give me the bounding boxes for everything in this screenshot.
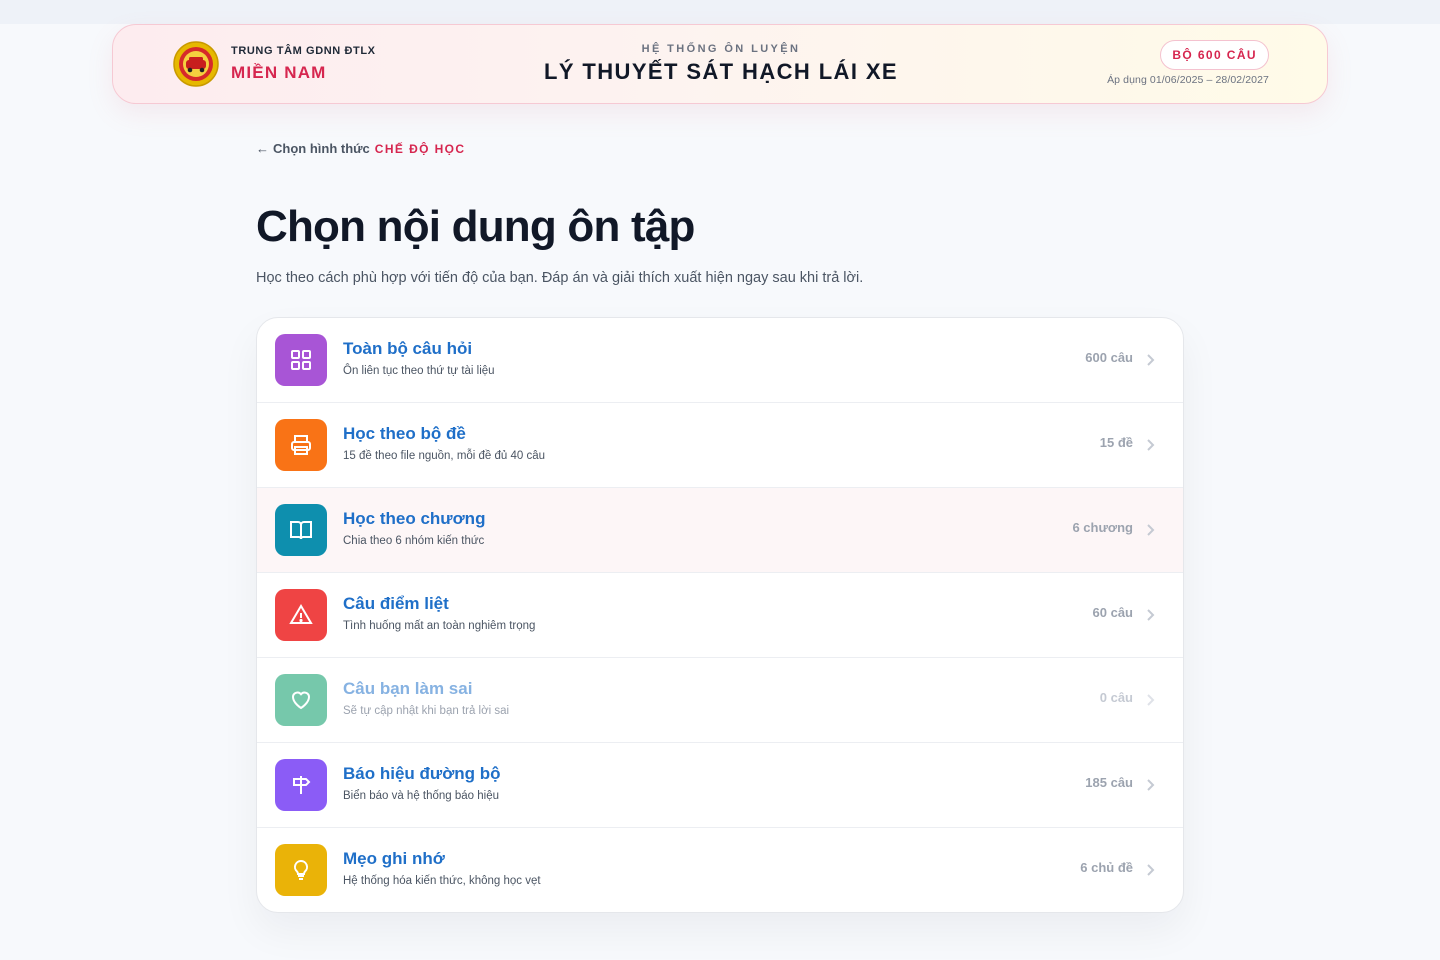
system-label: HỆ THỐNG ÔN LUYỆN [641, 43, 801, 55]
item-description: Ôn liên tục theo thứ tự tài liệu [343, 365, 495, 377]
item-description: Sẽ tự cập nhật khi bạn trả lời sai [343, 705, 510, 717]
chevron-right-icon [1147, 864, 1155, 876]
chevron-right-icon [1147, 779, 1155, 791]
item-description: Tình huống mất an toàn nghiêm trọng [343, 620, 536, 632]
item-title: Câu bạn làm sai [343, 679, 473, 698]
chevron-right-icon [1147, 439, 1155, 451]
back-link[interactable]: ← Chọn hình thức CHẾ ĐỘ HỌC [256, 141, 465, 156]
page-title: Chọn nội dung ôn tập [256, 202, 695, 251]
list-item-chapters[interactable]: Học theo chương Chia theo 6 nhóm kiến th… [257, 488, 1183, 573]
printer-icon [275, 419, 327, 471]
list-item-wrong-answers[interactable]: Câu bạn làm sai Sẽ tự cập nhật khi bạn t… [257, 658, 1183, 743]
back-mode: CHẾ ĐỘ HỌC [374, 141, 466, 156]
chevron-right-icon [1147, 609, 1155, 621]
list-item-all-questions[interactable]: Toàn bộ câu hỏi Ôn liên tục theo thứ tự … [257, 318, 1183, 403]
back-label: Chọn hình thức [273, 141, 370, 156]
list-item-critical-questions[interactable]: Câu điểm liệt Tình huống mất an toàn ngh… [257, 573, 1183, 658]
item-title: Câu điểm liệt [343, 594, 449, 613]
item-count: 0 câu [1099, 690, 1133, 705]
header-banner: TRUNG TÂM GDNN ĐTLX MIỀN NAM HỆ THỐNG ÔN… [112, 24, 1328, 104]
item-count: 6 chương [1072, 520, 1133, 535]
item-description: Hệ thống hóa kiến thức, không học vẹt [343, 875, 541, 887]
warning-icon [275, 589, 327, 641]
list-item-question-sets[interactable]: Học theo bộ đề 15 đề theo file nguồn, mỗ… [257, 403, 1183, 488]
item-count: 600 câu [1085, 350, 1133, 365]
grid-icon [275, 334, 327, 386]
content-list: Toàn bộ câu hỏi Ôn liên tục theo thứ tự … [256, 317, 1184, 913]
top-strip [0, 0, 1440, 24]
item-title: Mẹo ghi nhớ [343, 849, 445, 868]
item-description: Chia theo 6 nhóm kiến thức [343, 535, 485, 547]
item-description: Biển báo và hệ thống báo hiệu [343, 790, 500, 802]
item-count: 15 đề [1099, 435, 1133, 450]
item-count: 6 chủ đề [1080, 860, 1133, 875]
heart-icon [275, 674, 327, 726]
lightbulb-icon [275, 844, 327, 896]
back-arrow-icon: ← [256, 141, 269, 156]
question-set-badge: BỘ 600 CÂU [1160, 40, 1269, 70]
item-title: Học theo bộ đề [343, 424, 466, 443]
chevron-right-icon [1147, 694, 1155, 706]
item-count: 60 câu [1092, 605, 1133, 620]
list-item-road-signs[interactable]: Báo hiệu đường bộ Biển báo và hệ thống b… [257, 743, 1183, 828]
chevron-right-icon [1147, 354, 1155, 366]
apply-period: Áp dụng 01/06/2025 – 28/02/2027 [1107, 74, 1269, 86]
item-description: 15 đề theo file nguồn, mỗi đề đủ 40 câu [343, 450, 546, 462]
item-count: 185 câu [1085, 775, 1133, 790]
page-subtitle: Học theo cách phù hợp với tiến độ của bạ… [256, 270, 864, 286]
list-item-memory-tips[interactable]: Mẹo ghi nhớ Hệ thống hóa kiến thức, khôn… [257, 828, 1183, 912]
signpost-icon [275, 759, 327, 811]
item-title: Học theo chương [343, 509, 486, 528]
book-icon [275, 504, 327, 556]
item-title: Toàn bộ câu hỏi [343, 339, 473, 358]
chevron-right-icon [1147, 524, 1155, 536]
item-title: Báo hiệu đường bộ [343, 764, 501, 783]
